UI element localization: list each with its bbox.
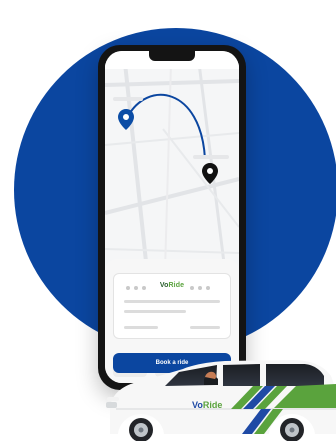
rear-wheel (280, 418, 304, 441)
minivan-illustration: VoRide (106, 360, 336, 441)
phone-notch (149, 51, 195, 61)
placeholder-line (190, 326, 220, 329)
ride-card-header: VoRide (114, 282, 230, 294)
map-canvas (105, 63, 239, 271)
progress-dots (126, 286, 154, 290)
ride-card[interactable]: VoRide (113, 273, 231, 339)
phone-screen: VoRide Book a ride (105, 51, 239, 383)
placeholder-line (124, 300, 220, 303)
placeholder-line (124, 326, 158, 329)
front-wheel (129, 418, 153, 441)
vehicle-brand: VoRide (192, 400, 222, 410)
brand-prefix: Vo (159, 282, 169, 289)
phone-mockup: VoRide Book a ride (98, 45, 246, 390)
placeholder-line (124, 310, 186, 313)
promo-illustration: VoRide Book a ride VoRide (0, 0, 336, 441)
vehicle-illustration: VoRide (106, 350, 336, 441)
brand-logo: VoRide (160, 282, 184, 289)
brand-suffix: Ride (168, 282, 185, 289)
progress-dots (190, 286, 218, 290)
map-view (105, 63, 239, 271)
